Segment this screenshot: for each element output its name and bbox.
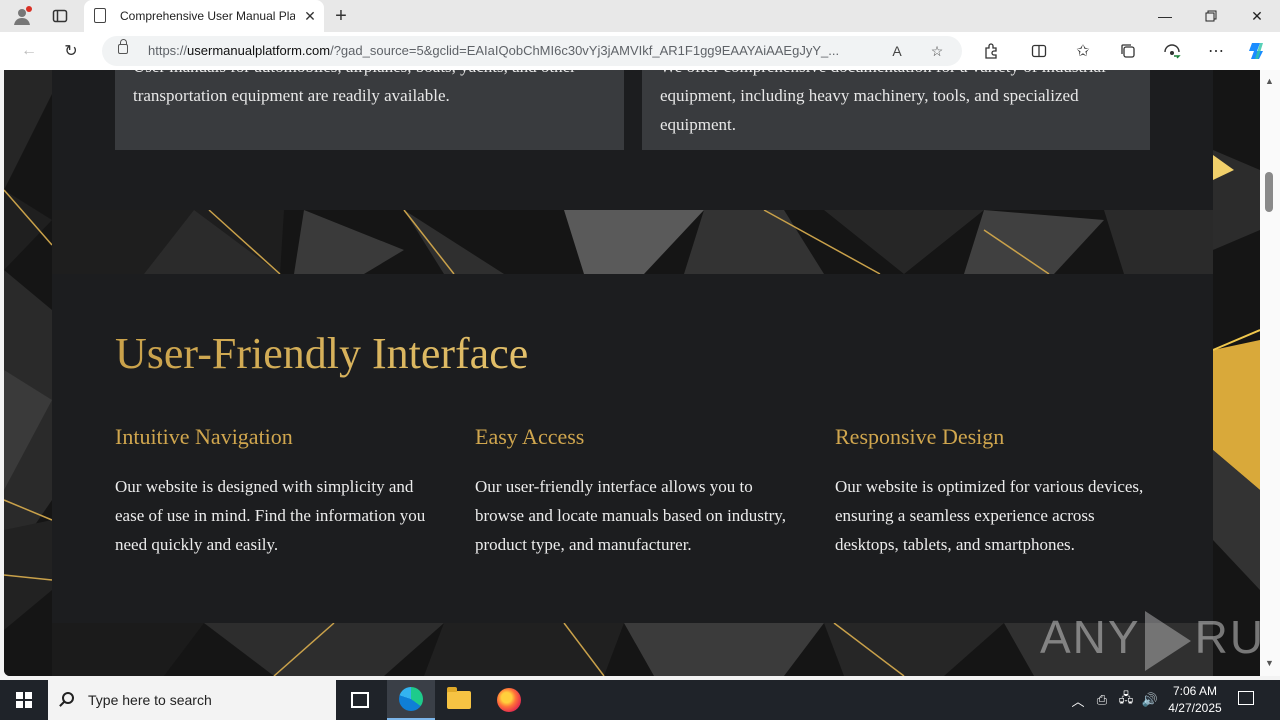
firefox-button[interactable] [485, 680, 533, 720]
refresh-icon[interactable]: ↻ [58, 39, 84, 63]
clock-date: 4/27/2025 [1168, 701, 1222, 715]
edge-icon [399, 687, 423, 711]
feature-easy-access: Easy Access Our user-friendly interface … [475, 424, 805, 559]
search-placeholder: Type here to search [88, 692, 212, 708]
favorites-icon[interactable]: ✩ [1070, 39, 1096, 63]
new-tab-icon[interactable]: + [330, 5, 352, 27]
play-icon [1144, 610, 1191, 671]
categories-panel: User manuals for automobiles, airplanes,… [52, 70, 1213, 210]
folder-icon [447, 687, 471, 709]
usb-icon[interactable]: ⎙ [1092, 680, 1112, 720]
industrial-card: We offer comprehensive documentation for… [642, 70, 1150, 150]
minimize-icon[interactable]: — [1142, 0, 1188, 32]
taskbar-search[interactable]: Type here to search [48, 680, 336, 720]
notifications-icon[interactable] [1238, 691, 1254, 705]
card-text: We offer comprehensive documentation for… [660, 70, 1106, 134]
tab-active[interactable]: Comprehensive User Manual Platform ✕ [84, 0, 324, 32]
windows-logo-icon [16, 692, 32, 708]
volume-icon[interactable]: 🔊 [1140, 680, 1160, 720]
collections-icon[interactable] [1115, 39, 1141, 63]
network-icon[interactable]: 🖧 [1116, 680, 1136, 720]
firefox-icon [497, 688, 521, 712]
feature-title: Easy Access [475, 424, 585, 449]
feature-title: Intuitive Navigation [115, 424, 293, 449]
url-text[interactable]: https://usermanualplatform.com/?gad_sour… [148, 43, 883, 58]
edge-taskbar-button[interactable] [387, 680, 435, 720]
windows-taskbar: Type here to search ︿ ⎙ 🖧 🔊 7:06 AM 4/27… [0, 680, 1280, 720]
user-friendly-section: User-Friendly Interface Intuitive Naviga… [52, 274, 1213, 623]
feature-title: Responsive Design [835, 424, 1005, 449]
section-title: User-Friendly Interface [115, 329, 529, 378]
scroll-up-icon[interactable]: ▲ [1265, 76, 1274, 86]
show-hidden-icons[interactable]: ︿ [1068, 680, 1088, 720]
browser-toolbar: ← ↻ https://usermanualplatform.com/?gad_… [0, 32, 1280, 70]
file-explorer-button[interactable] [435, 680, 483, 720]
back-icon[interactable]: ← [16, 39, 42, 63]
feature-text: Our website is optimized for various dev… [835, 477, 1144, 554]
clock-time: 7:06 AM [1172, 684, 1218, 698]
feature-text: Our website is designed with simplicity … [115, 477, 426, 554]
lock-icon[interactable] [118, 39, 128, 54]
address-bar[interactable]: https://usermanualplatform.com/?gad_sour… [102, 36, 962, 66]
copilot-icon[interactable] [1244, 39, 1270, 63]
feature-responsive-design: Responsive Design Our website is optimiz… [835, 424, 1155, 559]
page-scrollbar[interactable]: ▲ ▼ [1260, 70, 1280, 676]
close-window-icon[interactable]: ✕ [1234, 0, 1280, 32]
start-button[interactable] [0, 680, 48, 720]
close-tab-icon[interactable]: ✕ [300, 6, 320, 26]
taskbar-clock[interactable]: 7:06 AM 4/27/2025 [1160, 683, 1230, 717]
extensions-icon[interactable] [978, 39, 1004, 63]
feature-intuitive-navigation: Intuitive Navigation Our website is desi… [115, 424, 445, 559]
scroll-thumb[interactable] [1265, 172, 1273, 212]
search-icon [62, 692, 74, 704]
page-viewport[interactable]: User manuals for automobiles, airplanes,… [4, 70, 1260, 676]
feature-text: Our user-friendly interface allows you t… [475, 477, 786, 554]
tab-actions-icon[interactable] [48, 4, 72, 28]
profile-icon[interactable] [10, 4, 34, 28]
task-view-button[interactable] [336, 680, 384, 720]
browser-tab-bar: Comprehensive User Manual Platform ✕ + —… [0, 0, 1280, 32]
scroll-down-icon[interactable]: ▼ [1265, 658, 1274, 668]
card-text: User manuals for automobiles, airplanes,… [133, 70, 576, 105]
tab-title: Comprehensive User Manual Platform [120, 9, 295, 23]
restore-icon[interactable] [1188, 0, 1234, 32]
performance-icon[interactable] [1159, 39, 1185, 63]
more-options-icon[interactable]: ⋯ [1203, 39, 1229, 63]
transportation-card: User manuals for automobiles, airplanes,… [115, 70, 624, 150]
page-icon [94, 8, 106, 23]
split-screen-icon[interactable] [1026, 39, 1052, 63]
anyrun-watermark: ANYRUN [1040, 610, 1260, 671]
favorite-star-icon[interactable]: ☆ [926, 40, 948, 62]
task-view-icon [351, 692, 369, 708]
read-aloud-icon[interactable]: A [886, 40, 908, 62]
